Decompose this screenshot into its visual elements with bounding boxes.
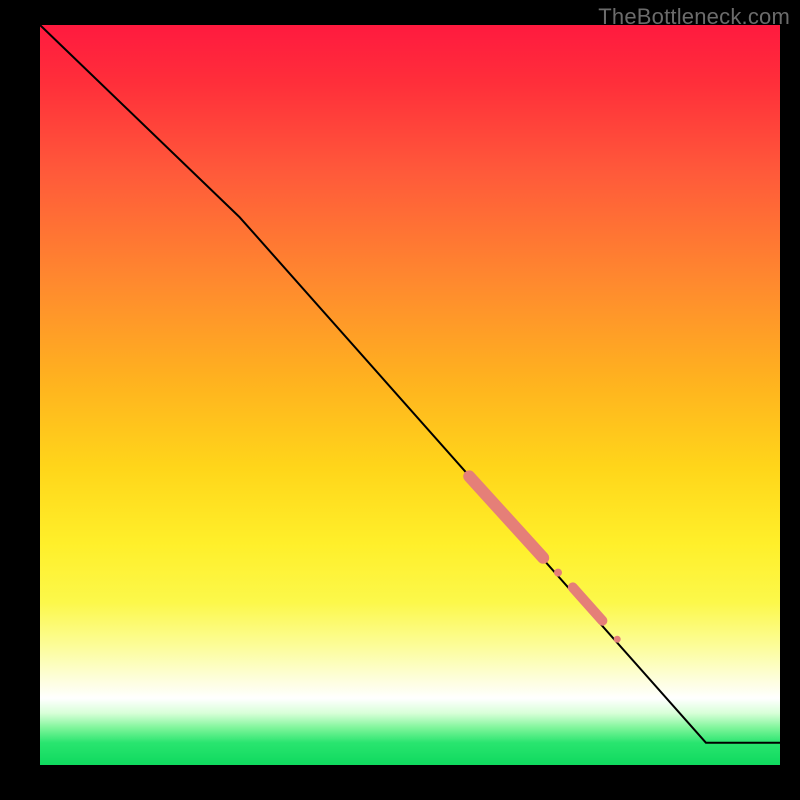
- highlight-segment: [573, 587, 603, 620]
- highlight-dot: [554, 569, 562, 577]
- chart-plot-area: [40, 25, 780, 765]
- highlight-dot: [614, 636, 621, 643]
- chart-line-series: [40, 25, 780, 743]
- series-curve: [40, 25, 780, 743]
- chart-overlay-svg: [40, 25, 780, 765]
- highlight-segment: [469, 476, 543, 557]
- chart-highlights: [469, 476, 621, 642]
